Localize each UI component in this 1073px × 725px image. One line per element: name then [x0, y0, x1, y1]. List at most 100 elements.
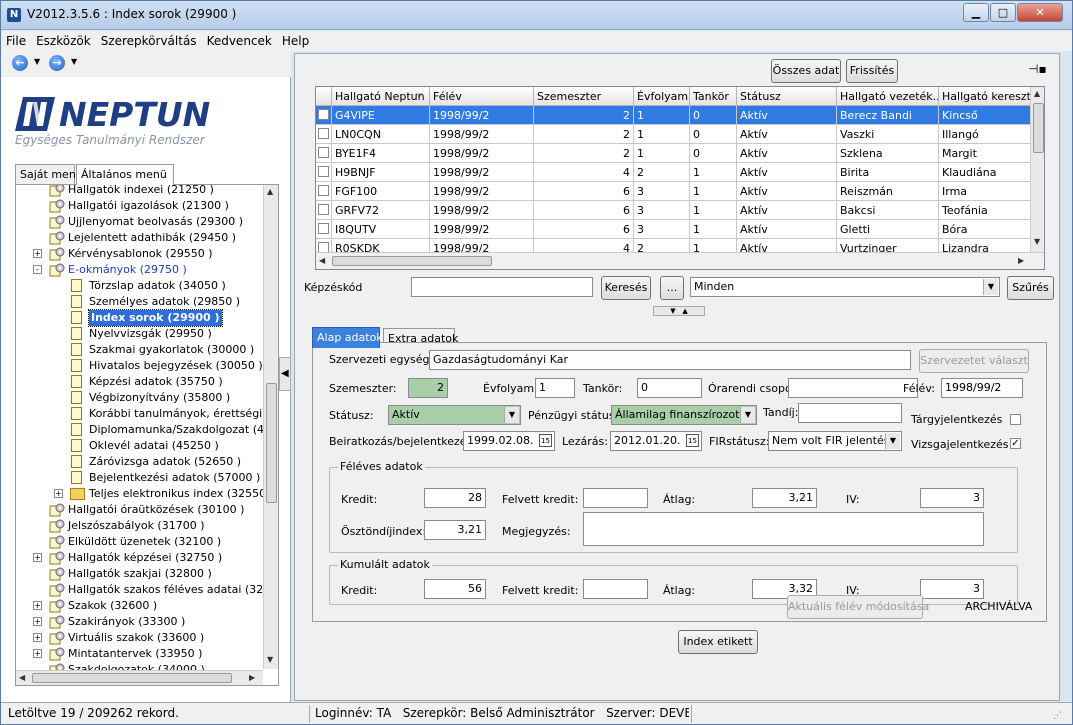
grid-column-header[interactable]: Tankör [690, 87, 737, 106]
grid-column-header[interactable]: Hallgató vezeték... [837, 87, 939, 106]
row-select-cell[interactable] [316, 144, 332, 163]
menu-tools[interactable]: Eszközök [31, 31, 96, 48]
tree-horizontal-scrollbar[interactable]: ◀ ▶ [16, 670, 263, 685]
filter-button[interactable]: Szűrés [1007, 276, 1054, 300]
cum-taken-credit-field[interactable] [583, 579, 648, 599]
cum-credit-field[interactable]: 56 [424, 579, 486, 599]
grid-horizontal-scrollbar[interactable]: ◀ ▶ [316, 252, 1044, 269]
expand-icon[interactable]: + [33, 249, 42, 258]
index-label-button[interactable]: Index etikett [678, 630, 758, 654]
back-arrow-icon[interactable]: ← [12, 55, 28, 71]
close-button[interactable]: ✕ [1017, 3, 1063, 22]
fir-status-select[interactable]: Nem volt FIR jelentés ▼ [768, 431, 902, 451]
pin-icon[interactable]: ⊣▪ [1028, 62, 1047, 76]
refresh-button[interactable]: Frissítés [846, 59, 898, 83]
resize-grip-icon[interactable]: ⋰ [1053, 711, 1062, 721]
credit-field[interactable]: 28 [424, 488, 486, 508]
scroll-down-icon[interactable]: ▼ [267, 655, 273, 664]
exam-registration-checkbox[interactable]: ✓ [1010, 438, 1021, 449]
row-select-cell[interactable] [316, 182, 332, 201]
row-checkbox[interactable] [318, 166, 329, 177]
scroll-up-icon[interactable]: ▲ [267, 187, 273, 196]
row-select-cell[interactable] [316, 163, 332, 182]
chevron-down-icon[interactable]: ▼ [885, 433, 900, 449]
scroll-thumb[interactable] [266, 383, 277, 503]
group-field[interactable]: 0 [637, 378, 702, 398]
maximize-button[interactable]: □ [990, 3, 1016, 22]
tab-own-menu[interactable]: Saját menü [15, 164, 83, 184]
expand-icon[interactable]: + [54, 489, 63, 498]
row-checkbox[interactable] [318, 147, 329, 158]
tuition-field[interactable] [798, 403, 902, 423]
choose-org-button[interactable]: Szervezetet választ [919, 349, 1029, 373]
row-checkbox[interactable] [318, 204, 329, 215]
menu-help[interactable]: Help [277, 31, 314, 48]
modify-current-term-button[interactable]: Aktuális félév módosítása [787, 595, 929, 619]
minimize-button[interactable]: ▁ [963, 3, 989, 22]
row-checkbox[interactable] [318, 109, 329, 120]
scroll-down-icon[interactable]: ▼ [1034, 237, 1040, 246]
browse-button[interactable]: ... [660, 276, 684, 300]
scroll-thumb[interactable] [1033, 103, 1044, 153]
average-field[interactable]: 3,21 [752, 488, 817, 508]
scroll-right-icon[interactable]: ▶ [1018, 256, 1024, 265]
term-field[interactable]: 1998/99/2 [941, 378, 1023, 398]
h-scroll-thumb[interactable] [32, 673, 232, 683]
grid-column-header[interactable]: Félév [430, 87, 534, 106]
note-field[interactable] [583, 512, 984, 546]
row-checkbox[interactable] [318, 223, 329, 234]
row-select-cell[interactable] [316, 220, 332, 239]
splitter-arrows[interactable]: ▼ ▲ [653, 306, 705, 316]
row-checkbox[interactable] [318, 185, 329, 196]
h-scroll-thumb[interactable] [332, 256, 492, 266]
scholarship-index-field[interactable]: 3,21 [424, 520, 486, 540]
training-code-input[interactable] [411, 277, 593, 297]
search-button[interactable]: Keresés [601, 276, 651, 300]
enrollment-date-field[interactable]: 1999.02.08. 15 [463, 431, 555, 451]
collapse-left-icon[interactable]: ◀ [281, 368, 289, 379]
filter-select[interactable]: Minden ▼ [690, 277, 1000, 297]
expand-icon[interactable]: + [33, 633, 42, 642]
grid-column-header[interactable]: Évfolyam [634, 87, 690, 106]
row-select-cell[interactable] [316, 201, 332, 220]
back-dropdown-icon[interactable]: ▼ [34, 57, 40, 66]
expand-icon[interactable]: + [33, 617, 42, 626]
status-select[interactable]: Aktív ▼ [388, 405, 521, 425]
tab-basic-data[interactable]: Alap adatok [312, 327, 383, 348]
calendar-icon[interactable]: 15 [686, 434, 699, 447]
financial-status-select[interactable]: Államilag finanszírozott ▼ [611, 405, 757, 425]
pane-collapse-handle[interactable]: ◀ [279, 357, 291, 391]
grid-vertical-scrollbar[interactable]: ▲ ▼ [1030, 87, 1044, 252]
timetable-group-field[interactable] [788, 378, 918, 398]
tree-vertical-scrollbar[interactable]: ▲ ▼ [263, 185, 278, 669]
chevron-down-icon[interactable]: ▼ [740, 407, 755, 423]
semester-field[interactable]: 2 [408, 378, 448, 398]
org-unit-field[interactable]: Gazdaságtudományi Kar [429, 350, 911, 370]
menu-file[interactable]: File [1, 31, 31, 48]
taken-credit-field[interactable] [583, 488, 648, 508]
subject-registration-checkbox[interactable] [1010, 414, 1021, 425]
forward-dropdown-icon[interactable]: ▼ [71, 57, 77, 66]
menu-role-switch[interactable]: Szerepkörváltás [96, 31, 202, 48]
iv-field[interactable]: 3 [920, 488, 984, 508]
calendar-icon[interactable]: 15 [539, 434, 552, 447]
chevron-down-icon[interactable]: ▼ [504, 407, 519, 423]
chevron-down-icon[interactable]: ▼ [983, 279, 998, 295]
grid-column-header[interactable]: Státusz [737, 87, 837, 106]
collapse-icon[interactable]: - [33, 265, 42, 274]
expand-icon[interactable]: + [33, 601, 42, 610]
grid-column-header[interactable]: Hallgató kereszt... [939, 87, 1031, 106]
expand-icon[interactable]: + [33, 649, 42, 658]
menu-favorites[interactable]: Kedvencek [202, 31, 277, 48]
grid-column-header[interactable]: Szemeszter [534, 87, 634, 106]
row-checkbox[interactable] [318, 128, 329, 139]
year-field[interactable]: 1 [535, 378, 575, 398]
scroll-right-icon[interactable]: ▶ [249, 673, 255, 682]
tab-general-menu[interactable]: Általános menü [76, 164, 174, 185]
all-data-button[interactable]: Összes adat [771, 59, 841, 83]
row-select-cell[interactable] [316, 106, 332, 125]
closing-date-field[interactable]: 2012.01.20. 15 [610, 431, 702, 451]
scroll-left-icon[interactable]: ◀ [19, 673, 25, 682]
row-select-cell[interactable] [316, 125, 332, 144]
cum-iv-field[interactable]: 3 [920, 579, 984, 599]
